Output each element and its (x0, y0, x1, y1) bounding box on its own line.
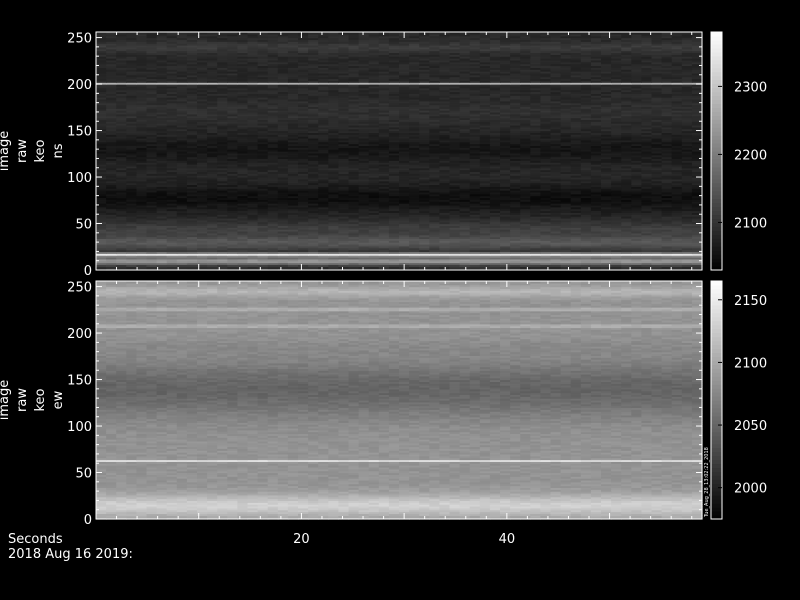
ns-heatmap (96, 32, 703, 271)
keogram-figure: 050100150200250image raw keo ns210022002300… (0, 31, 767, 562)
ns-keogram-panel: 050100150200250image raw keo ns210022002300 (0, 31, 767, 279)
